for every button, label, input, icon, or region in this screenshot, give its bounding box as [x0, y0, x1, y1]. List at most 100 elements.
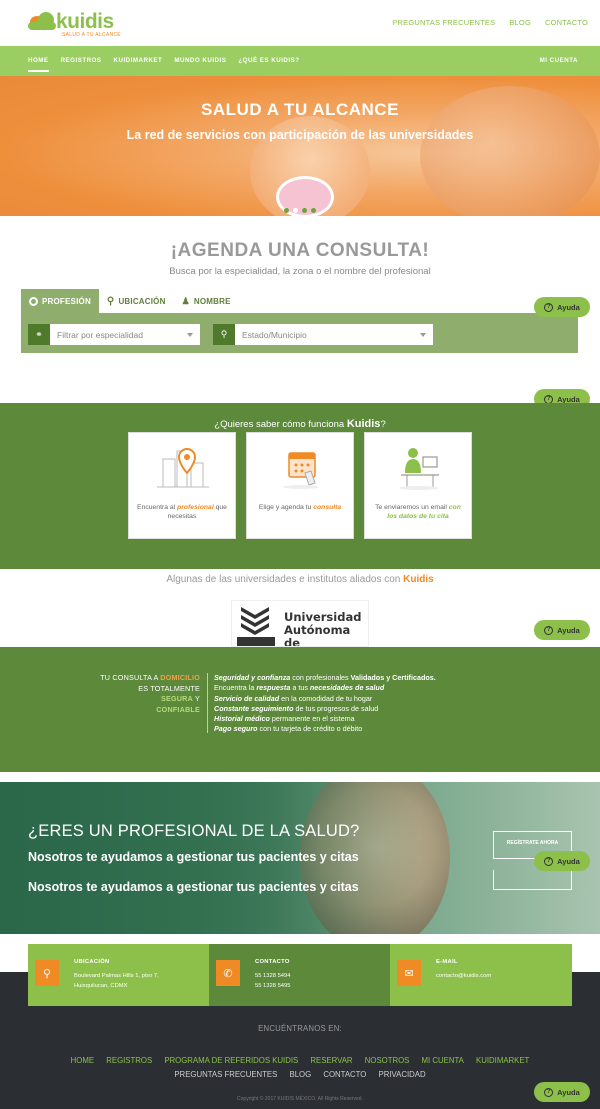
kuidis-logo[interactable]: kuidis SALUD A TU ALCANCE: [28, 8, 121, 40]
logo-green-shape: [38, 12, 54, 28]
nav-account[interactable]: MI CUENTA: [540, 57, 578, 64]
how-card-find-text: Encuentra al profesional que necesitas: [135, 503, 229, 521]
hero-title: SALUD A TU ALCANCE: [201, 100, 399, 119]
question-icon: ?: [544, 625, 554, 635]
location-filter[interactable]: ⚲ Estado/Municipio: [213, 324, 433, 345]
professional-line: Nosotros te ayudamos a gestionar tus pac…: [28, 880, 359, 894]
help-button[interactable]: ? Ayuda: [534, 851, 590, 871]
contact-email-address: contacto@kuidis.com: [436, 971, 491, 981]
help-button[interactable]: ? Ayuda: [534, 1082, 590, 1102]
benefit-item: Servicio de calidad en la comodidad de t…: [214, 694, 436, 704]
logo-wordmark: kuidis: [56, 10, 114, 33]
contact-email-label: E-MAIL: [436, 959, 458, 965]
specialty-filter[interactable]: ⚭ Filtrar por especialidad: [28, 324, 200, 345]
footer-link[interactable]: CONTACTO: [323, 1070, 366, 1079]
address-line: Boulevard Palmas Hills 1, piso 7,: [74, 973, 159, 979]
card-highlight: consulta: [313, 504, 342, 511]
how-card-email-text: Te enviaremos un email con los datos de …: [371, 503, 465, 521]
nav-que-es-kuidis[interactable]: ¿QUÉ ES KUIDIS?: [238, 57, 299, 72]
benefits-tagline-highlight: DOMICILIO: [160, 673, 200, 682]
carousel-dot-active[interactable]: [293, 208, 298, 213]
location-select[interactable]: Estado/Municipio: [235, 324, 433, 345]
toplink-contact[interactable]: CONTACTO: [545, 18, 588, 27]
how-title-brand: Kuidis: [346, 418, 381, 430]
nav-registros[interactable]: REGISTROS: [61, 57, 102, 72]
uag-name: Universidad Autónoma de Guadalajara: [284, 610, 362, 647]
mail-icon: ✉: [397, 960, 421, 986]
benefit-bold: respuesta: [256, 683, 291, 693]
nav-home[interactable]: HOME: [28, 57, 49, 72]
carousel-dot[interactable]: [284, 208, 289, 213]
help-button[interactable]: ? Ayuda: [534, 620, 590, 640]
benefits-tagline-text: Y: [192, 694, 200, 703]
professional-title: ¿ERES UN PROFESIONAL DE LA SALUD?: [28, 822, 360, 840]
how-card-schedule: Elige y agenda tu consulta: [246, 432, 354, 539]
footer-link[interactable]: NOSOTROS: [365, 1056, 410, 1065]
footer-link[interactable]: MI CUENTA: [422, 1056, 464, 1065]
person-computer-icon: [399, 448, 439, 490]
carousel-dot[interactable]: [302, 208, 307, 213]
hero-subtitle: La red de servicios con participación de…: [126, 128, 474, 142]
footer-link[interactable]: KUIDIMARKET: [476, 1056, 529, 1065]
location-placeholder: Estado/Municipio: [242, 329, 307, 340]
universities-title: Algunas de las universidades e instituto…: [0, 574, 600, 585]
copyright: Copyright © 2017 KUIDIS MÉXICO. All Righ…: [237, 1096, 363, 1102]
register-button-secondary[interactable]: [493, 870, 572, 890]
nav-mundo-kuidis[interactable]: MUNDO KUIDIS: [174, 57, 226, 72]
help-button-label: Ayuda: [557, 856, 580, 866]
help-button-label: Ayuda: [557, 1087, 580, 1097]
benefit-bold: Constante seguimiento: [214, 703, 294, 713]
carousel-dot[interactable]: [311, 208, 316, 213]
toplink-blog[interactable]: BLOG: [509, 18, 531, 27]
phone-number[interactable]: 55 1328 5495: [255, 981, 290, 991]
divider: [207, 673, 208, 733]
tab-ubicacion[interactable]: ⚲ UBICACIÓN: [99, 289, 174, 313]
footer-links-primary: HOME REGISTROS PROGRAMA DE REFERIDOS KUI…: [0, 1056, 600, 1065]
benefit-bold: Seguridad y confianza: [214, 673, 291, 682]
footer-link[interactable]: PREGUNTAS FRECUENTES: [174, 1070, 277, 1079]
tab-nombre[interactable]: ♟ NOMBRE: [174, 289, 239, 313]
question-icon: ?: [544, 1087, 554, 1097]
footer-link[interactable]: HOME: [71, 1056, 94, 1065]
email-address[interactable]: contacto@kuidis.com: [436, 971, 491, 981]
uag-logo[interactable]: Universidad Autónoma de Guadalajara: [231, 600, 369, 647]
how-card-email: Te enviaremos un email con los datos de …: [364, 432, 472, 539]
benefit-text: de tus progresos de salud: [293, 703, 379, 713]
card-text: Te enviaremos un email: [375, 504, 447, 511]
benefit-bold: Validados y Certificados.: [350, 673, 436, 682]
phone-number[interactable]: 55 1328 5494: [255, 971, 290, 981]
how-title-suffix: ?: [380, 419, 386, 430]
benefits-section: TU CONSULTA A DOMICILIO ES TOTALMENTE SE…: [0, 647, 600, 772]
footer-link[interactable]: REGISTROS: [106, 1056, 152, 1065]
footer-link[interactable]: PRIVACIDAD: [379, 1070, 426, 1079]
benefits-tagline-text: TU CONSULTA A: [100, 673, 161, 682]
help-button[interactable]: ? Ayuda: [534, 297, 590, 317]
nav-kuidimarket[interactable]: KUIDIMARKET: [114, 57, 163, 72]
toplink-faq[interactable]: PREGUNTAS FRECUENTES: [392, 18, 495, 27]
card-text: Elige y agenda tu: [258, 504, 312, 511]
specialty-select[interactable]: Filtrar por especialidad: [50, 324, 200, 345]
universities-title-prefix: Algunas de las universidades e instituto…: [166, 574, 404, 585]
chevron-down-icon: [187, 332, 193, 337]
footer-link[interactable]: BLOG: [290, 1070, 312, 1079]
specialty-placeholder: Filtrar por especialidad: [57, 329, 143, 340]
tab-profesion[interactable]: PROFESIÓN: [21, 289, 99, 313]
universities-title-brand: Kuidis: [403, 574, 434, 585]
benefit-item: Seguridad y confianza con profesionales …: [214, 673, 436, 683]
benefit-text: con profesionales: [290, 673, 351, 682]
carousel-dots: [284, 208, 316, 213]
benefit-bold: Pago seguro: [214, 724, 258, 734]
contact-location-label: UBICACIÓN: [74, 959, 110, 965]
footer-link[interactable]: RESERVAR: [310, 1056, 352, 1065]
question-icon: ?: [544, 856, 554, 866]
benefit-bold: Historial médico: [214, 714, 270, 724]
benefit-text: Encuentra la: [214, 683, 257, 693]
footer-link[interactable]: PROGRAMA DE REFERIDOS KUIDIS: [164, 1056, 298, 1065]
people-icon: ♟: [181, 295, 190, 306]
contact-location-address: Boulevard Palmas Hills 1, piso 7, Huixqu…: [74, 971, 159, 991]
stethoscope-icon: [29, 296, 38, 306]
logo-tagline: SALUD A TU ALCANCE: [62, 32, 121, 38]
contact-phone-label: CONTACTO: [255, 959, 290, 965]
stethoscope-icon: ⚭: [28, 324, 50, 345]
search-tabs: PROFESIÓN ⚲ UBICACIÓN ♟ NOMBRE: [21, 289, 239, 313]
